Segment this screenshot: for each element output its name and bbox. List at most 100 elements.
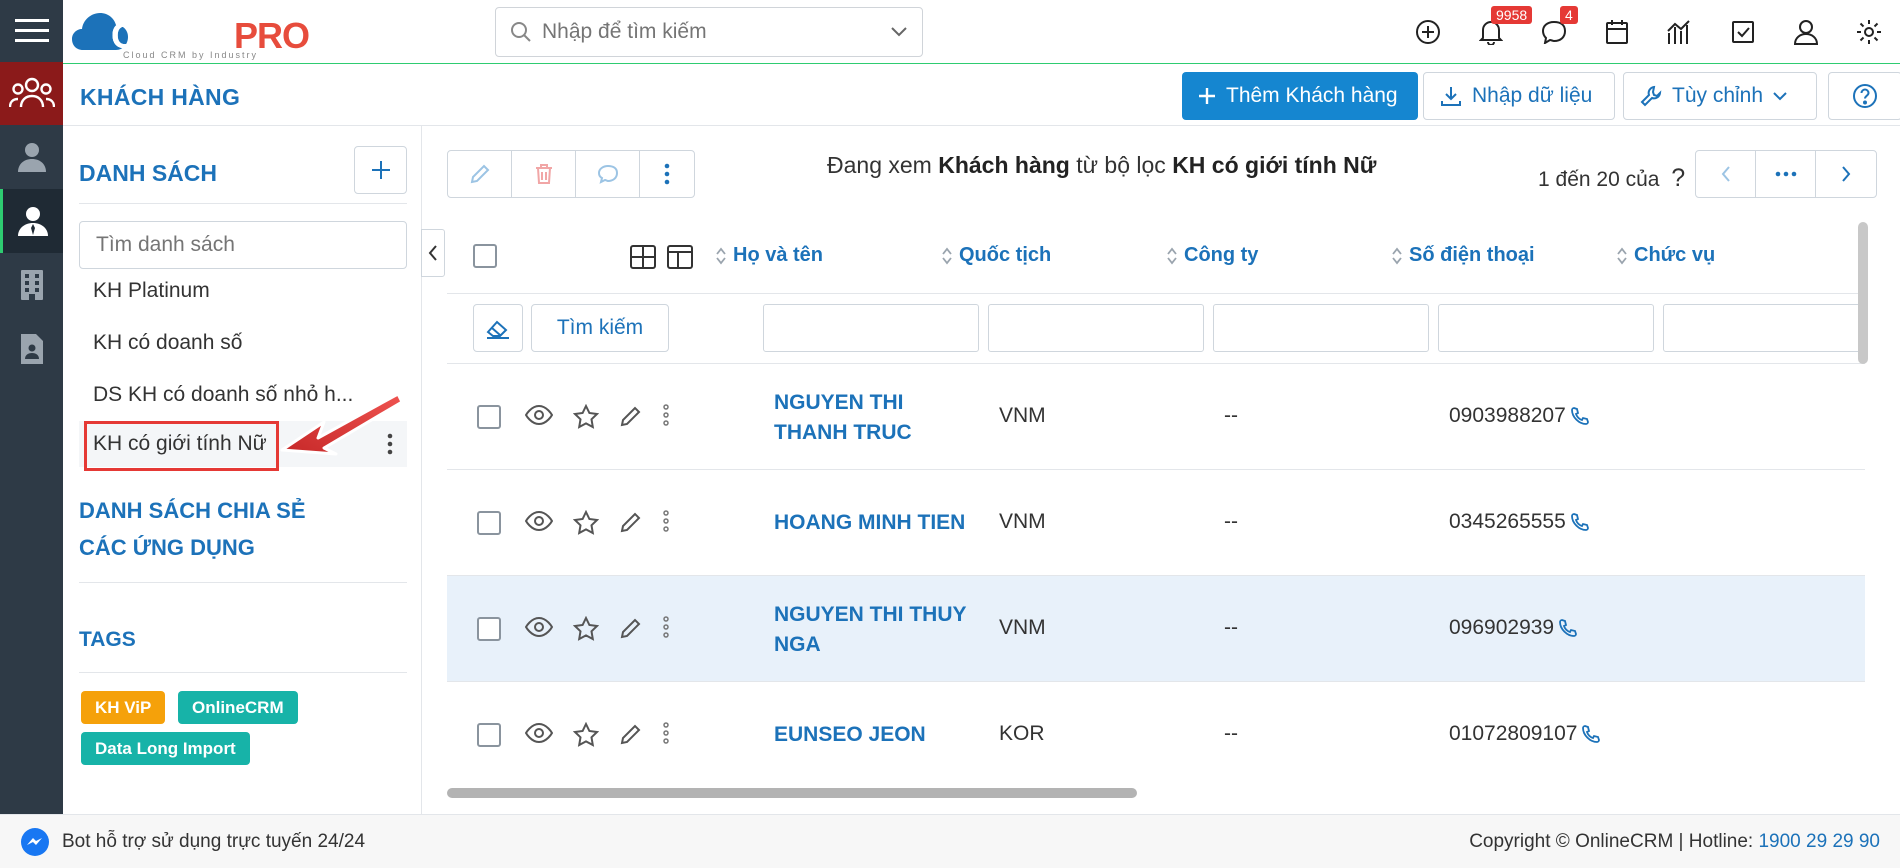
customize-dropdown[interactable]: Tùy chỉnh xyxy=(1623,72,1817,120)
chat-icon[interactable]: 4 xyxy=(1522,0,1585,64)
user-icon[interactable] xyxy=(0,125,63,189)
building-icon[interactable] xyxy=(0,253,63,317)
phone-icon[interactable] xyxy=(1558,618,1578,638)
table-row[interactable]: HOANG MINH TIEN VNM -- 0345265555 xyxy=(447,470,1865,576)
eye-icon[interactable] xyxy=(525,510,553,536)
row-checkbox[interactable] xyxy=(477,405,501,429)
calendar-icon[interactable] xyxy=(1585,0,1648,64)
report-chart-icon[interactable] xyxy=(1648,0,1711,64)
list-item-kh-doanh-so[interactable]: KH có doanh số xyxy=(79,320,407,366)
delete-button[interactable] xyxy=(512,151,576,197)
column-layout-icon[interactable] xyxy=(667,245,693,269)
filter-position-input[interactable] xyxy=(1663,304,1863,352)
star-icon[interactable] xyxy=(573,722,599,748)
phone-icon[interactable] xyxy=(1570,406,1590,426)
phone-icon[interactable] xyxy=(1570,512,1590,532)
table-row[interactable]: NGUYEN THI THANH TRUC VNM -- 0903988207 xyxy=(447,364,1865,470)
filter-company-input[interactable] xyxy=(1213,304,1429,352)
gear-icon[interactable] xyxy=(1837,0,1900,64)
column-phone[interactable]: Số điện thoại xyxy=(1391,244,1535,267)
clear-filter-button[interactable] xyxy=(473,304,523,352)
comment-icon xyxy=(597,164,619,184)
more-vertical-icon[interactable] xyxy=(663,404,669,430)
apps-title[interactable]: CÁC ỨNG DỤNG xyxy=(79,535,255,561)
column-company[interactable]: Công ty xyxy=(1166,244,1258,267)
customer-name-link[interactable]: HOANG MINH TIEN xyxy=(774,508,994,538)
star-icon[interactable] xyxy=(573,510,599,536)
more-vertical-icon[interactable] xyxy=(663,616,669,642)
bell-icon[interactable]: 9958 xyxy=(1459,0,1533,64)
horizontal-scrollbar-thumb[interactable] xyxy=(447,788,1137,798)
grid-view-icon[interactable] xyxy=(630,245,656,269)
customer-name-link[interactable]: NGUYEN THI THANH TRUC xyxy=(774,388,954,448)
divider xyxy=(79,672,407,673)
add-circle-icon[interactable] xyxy=(1396,0,1459,64)
more-actions-button[interactable] xyxy=(640,151,694,197)
row-checkbox[interactable] xyxy=(477,723,501,747)
hotline-link[interactable]: 1900 29 29 90 xyxy=(1758,831,1880,852)
column-full-name[interactable]: Họ và tên xyxy=(715,244,823,267)
phone-icon[interactable] xyxy=(1581,724,1601,744)
filter-full-name-input[interactable] xyxy=(763,304,979,352)
tag-onlinecrm[interactable]: OnlineCRM xyxy=(178,691,298,724)
eye-icon[interactable] xyxy=(525,404,553,430)
table-row[interactable]: EUNSEO JEON KOR -- 01072809107 xyxy=(447,682,1865,785)
row-checkbox[interactable] xyxy=(477,511,501,535)
hamburger-menu-icon[interactable] xyxy=(0,0,63,62)
search-button[interactable]: Tìm kiếm xyxy=(531,304,669,352)
pencil-icon[interactable] xyxy=(619,616,643,642)
cell-nationality: VNM xyxy=(999,404,1046,427)
cloudpro-logo[interactable]: CLOUDPRO Cloud CRM by Industry xyxy=(71,6,310,60)
comment-button[interactable] xyxy=(576,151,640,197)
list-item-kh-platinum[interactable]: KH Platinum xyxy=(79,268,407,314)
contact-icon[interactable] xyxy=(0,189,63,253)
page-jump-button[interactable] xyxy=(1756,151,1816,197)
search-input[interactable] xyxy=(542,20,890,44)
import-data-button[interactable]: Nhập dữ liệu xyxy=(1423,72,1615,120)
vertical-scrollbar[interactable] xyxy=(1858,222,1868,364)
eye-icon[interactable] xyxy=(525,722,553,748)
list-item-label: KH Platinum xyxy=(93,279,210,302)
task-check-icon[interactable] xyxy=(1711,0,1774,64)
next-page-button[interactable] xyxy=(1816,151,1876,197)
pencil-icon[interactable] xyxy=(619,510,643,536)
tag-data-long-import[interactable]: Data Long Import xyxy=(81,732,250,765)
list-search-input[interactable] xyxy=(79,221,407,269)
select-all-checkbox[interactable] xyxy=(473,244,497,268)
customer-name-link[interactable]: NGUYEN THI THUY NGA xyxy=(774,600,974,660)
customer-name-link[interactable]: EUNSEO JEON xyxy=(774,720,994,750)
chevron-down-icon[interactable] xyxy=(890,26,908,38)
star-icon[interactable] xyxy=(573,404,599,430)
eye-icon[interactable] xyxy=(525,616,553,642)
more-vertical-icon[interactable] xyxy=(663,510,669,536)
row-actions xyxy=(525,404,669,430)
shared-list-title[interactable]: DANH SÁCH CHIA SẺ xyxy=(79,498,306,524)
prev-page-button[interactable] xyxy=(1696,151,1756,197)
filter-nationality-input[interactable] xyxy=(988,304,1204,352)
horizontal-scrollbar[interactable] xyxy=(447,786,1865,800)
pencil-icon[interactable] xyxy=(619,404,643,430)
column-position[interactable]: Chức vụ xyxy=(1616,244,1715,267)
messenger-icon[interactable] xyxy=(20,827,50,857)
customers-group-icon[interactable] xyxy=(0,62,63,125)
add-customer-button[interactable]: Thêm Khách hàng xyxy=(1182,72,1418,120)
add-list-button[interactable] xyxy=(354,146,407,194)
profile-icon[interactable] xyxy=(1774,0,1837,64)
help-button[interactable] xyxy=(1828,72,1900,120)
tag-kh-vip[interactable]: KH ViP xyxy=(81,691,166,724)
column-nationality[interactable]: Quốc tịch xyxy=(941,244,1051,267)
edit-button[interactable] xyxy=(448,151,512,197)
contact-card-icon[interactable] xyxy=(0,317,63,381)
sort-icon xyxy=(1616,247,1628,265)
global-search[interactable] xyxy=(495,7,923,57)
pencil-icon[interactable] xyxy=(619,722,643,748)
table-row[interactable]: NGUYEN THI THUY NGA VNM -- 096902939 xyxy=(447,576,1865,682)
row-actions xyxy=(525,510,669,536)
star-icon[interactable] xyxy=(573,616,599,642)
row-checkbox[interactable] xyxy=(477,617,501,641)
filter-caption: Đang xem Khách hàng từ bộ lọc KH có giới… xyxy=(827,152,1377,178)
more-vertical-icon[interactable] xyxy=(663,722,669,748)
filter-phone-input[interactable] xyxy=(1438,304,1654,352)
support-bot[interactable]: Bot hỗ trợ sử dụng trực tuyến 24/24 xyxy=(20,827,365,857)
pager-total-unknown[interactable]: ? xyxy=(1671,164,1685,192)
